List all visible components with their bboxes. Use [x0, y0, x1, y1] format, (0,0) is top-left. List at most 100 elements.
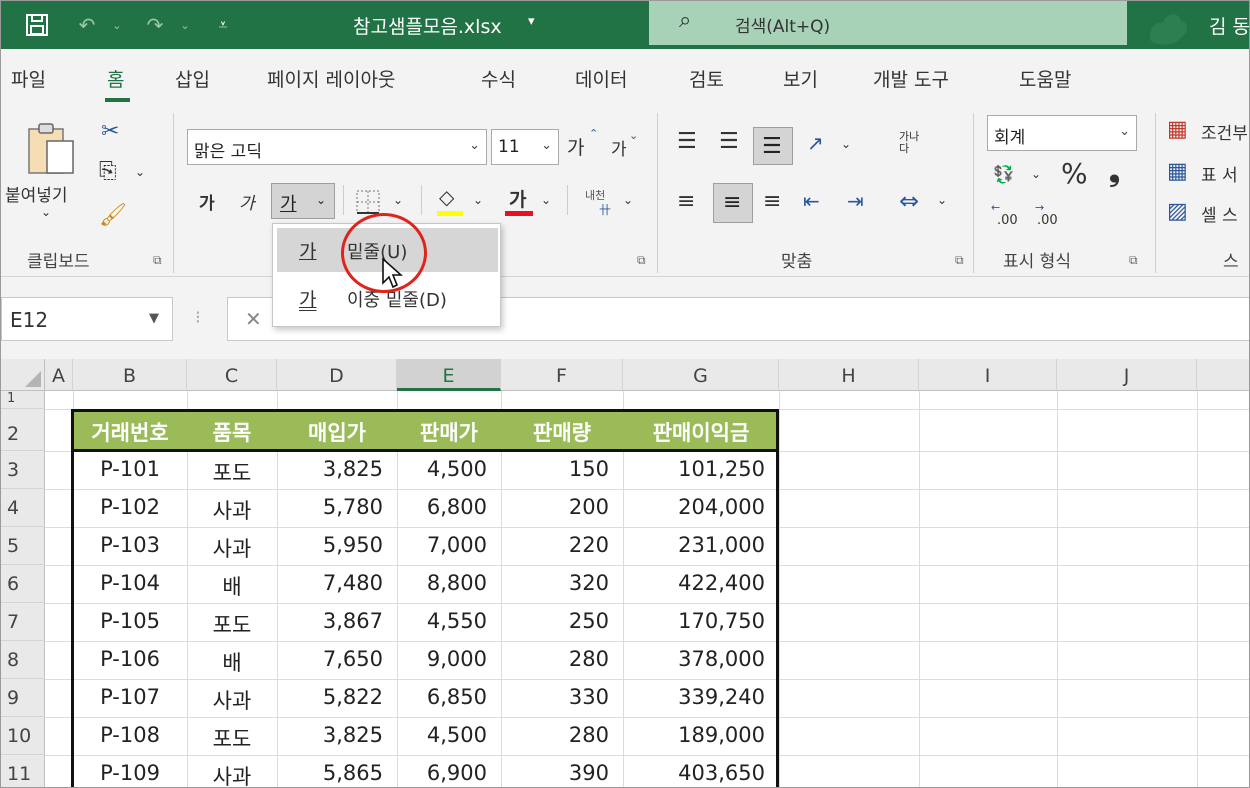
redo-dropdown-icon[interactable]: ⌄	[169, 9, 201, 41]
tab-formulas[interactable]: 수식	[481, 65, 516, 92]
table-cell[interactable]: 사과	[187, 761, 277, 787]
orientation-icon[interactable]: ↗	[807, 131, 824, 155]
tab-page-layout[interactable]: 페이지 레이아웃	[267, 65, 395, 92]
table-cell[interactable]: 9,000	[397, 647, 487, 671]
table-cell[interactable]: 사과	[187, 495, 277, 525]
table-cell[interactable]: 4,550	[397, 609, 487, 633]
number-format-combo[interactable]: 회계 ⌄	[987, 115, 1137, 151]
column-header[interactable]: F	[501, 359, 623, 391]
table-cell[interactable]: P-106	[73, 647, 187, 671]
cut-icon[interactable]: ✂	[101, 119, 119, 144]
table-cell[interactable]: 6,900	[397, 761, 487, 785]
copy-dropdown-icon[interactable]: ⌄	[135, 165, 145, 179]
tab-developer[interactable]: 개발 도구	[873, 65, 949, 92]
table-cell[interactable]: 3,825	[277, 723, 383, 747]
wrap-text-button[interactable]: 가나다	[899, 131, 923, 155]
cancel-icon[interactable]: ✕	[245, 307, 262, 331]
row-header[interactable]: 8	[1, 641, 45, 679]
undo-dropdown-icon[interactable]: ⌄	[101, 9, 133, 41]
column-header[interactable]: G	[623, 359, 779, 391]
table-cell[interactable]: 378,000	[623, 647, 765, 671]
table-cell[interactable]: 189,000	[623, 723, 765, 747]
table-cell[interactable]: 339,240	[623, 685, 765, 709]
table-cell[interactable]: P-107	[73, 685, 187, 709]
cell-styles-icon[interactable]: ▨	[1167, 199, 1188, 224]
row-header[interactable]: 9	[1, 679, 45, 717]
column-header[interactable]: C	[187, 359, 277, 391]
worksheet-grid[interactable]: A B C D E F G H I J 1 2 3 4 5 6 7 8 9 10…	[1, 359, 1249, 787]
table-cell[interactable]: P-104	[73, 571, 187, 595]
chevron-down-icon[interactable]: ⌄	[541, 193, 551, 207]
column-header[interactable]: A	[45, 359, 73, 391]
format-as-table-button[interactable]: 표 서	[1201, 161, 1238, 186]
table-cell[interactable]: 250	[501, 609, 609, 633]
column-header[interactable]: H	[779, 359, 919, 391]
table-cell[interactable]: 5,822	[277, 685, 383, 709]
row-header[interactable]: 2	[1, 409, 45, 451]
undo-icon[interactable]: ↶	[71, 9, 103, 41]
column-header[interactable]: J	[1057, 359, 1197, 391]
document-title[interactable]: 참고샘플모음.xlsx	[353, 12, 502, 39]
table-cell[interactable]: 330	[501, 685, 609, 709]
table-cell[interactable]: 5,950	[277, 533, 383, 557]
grow-font-button[interactable]: 가	[567, 133, 584, 160]
align-left-icon[interactable]: ≡	[677, 189, 695, 214]
align-middle-icon[interactable]: ☰	[719, 129, 739, 154]
table-cell[interactable]: 204,000	[623, 495, 765, 519]
row-header[interactable]: 5	[1, 527, 45, 565]
alignment-launcher-icon[interactable]: ⧉	[955, 253, 964, 268]
table-cell[interactable]: 사과	[187, 533, 277, 563]
percent-style-button[interactable]: %	[1061, 157, 1088, 190]
chevron-down-icon[interactable]: ▼	[149, 311, 159, 326]
table-cell[interactable]: P-109	[73, 761, 187, 785]
paste-label[interactable]: 붙여넣기	[5, 181, 68, 206]
table-cell[interactable]: 포도	[187, 457, 277, 487]
customize-qat-icon[interactable]: ⩡	[207, 9, 239, 41]
table-cell[interactable]: 422,400	[623, 571, 765, 595]
table-cell[interactable]: 320	[501, 571, 609, 595]
paste-icon[interactable]	[25, 121, 77, 177]
conditional-format-icon[interactable]: ▦	[1167, 117, 1188, 142]
bold-button[interactable]: 가	[199, 189, 215, 214]
chevron-down-icon[interactable]: ⌄	[623, 193, 633, 207]
clipboard-launcher-icon[interactable]: ⧉	[153, 253, 162, 268]
select-all-corner[interactable]	[1, 359, 45, 391]
table-cell[interactable]: 200	[501, 495, 609, 519]
user-name[interactable]: 김 동	[1209, 12, 1249, 39]
tab-insert[interactable]: 삽입	[175, 65, 210, 92]
table-cell[interactable]: 사과	[187, 685, 277, 715]
column-header[interactable]: B	[73, 359, 187, 391]
decrease-indent-icon[interactable]: ⇤	[803, 189, 820, 213]
table-cell[interactable]: P-105	[73, 609, 187, 633]
name-box[interactable]: E12	[1, 297, 173, 341]
row-header[interactable]: 6	[1, 565, 45, 603]
row-header[interactable]: 4	[1, 489, 45, 527]
table-header-cell[interactable]: 품목	[187, 417, 277, 447]
copy-icon[interactable]: ⎘	[99, 159, 117, 184]
table-cell[interactable]: P-102	[73, 495, 187, 519]
search-box[interactable]: ⌕ 검색(Alt+Q)	[649, 1, 1127, 45]
align-right-icon[interactable]: ≡	[763, 189, 781, 214]
row-header[interactable]: 1	[1, 391, 45, 409]
merge-center-icon[interactable]: ⇔	[899, 187, 919, 215]
document-title-caret-icon[interactable]: ▾	[528, 14, 535, 29]
chevron-down-icon[interactable]: ⌄	[937, 193, 947, 207]
table-cell[interactable]: P-103	[73, 533, 187, 557]
chevron-down-icon[interactable]: ⌄	[841, 137, 851, 151]
table-cell[interactable]: 231,000	[623, 533, 765, 557]
table-cell[interactable]: 7,650	[277, 647, 383, 671]
cell-styles-button[interactable]: 셀 스	[1201, 201, 1238, 226]
column-header[interactable]: I	[919, 359, 1057, 391]
table-format-icon[interactable]: ▦	[1167, 159, 1188, 184]
save-icon[interactable]	[21, 9, 53, 41]
table-cell[interactable]: 포도	[187, 609, 277, 639]
tab-view[interactable]: 보기	[783, 65, 818, 92]
table-cell[interactable]: 280	[501, 647, 609, 671]
underline-button[interactable]: 가 ⌄	[271, 183, 335, 219]
table-cell[interactable]: 280	[501, 723, 609, 747]
table-cell[interactable]: 3,825	[277, 457, 383, 481]
increase-indent-icon[interactable]: ⇥	[847, 189, 864, 213]
table-header-cell[interactable]: 판매량	[501, 417, 623, 447]
table-header-cell[interactable]: 매입가	[277, 417, 397, 447]
row-header[interactable]: 3	[1, 451, 45, 489]
